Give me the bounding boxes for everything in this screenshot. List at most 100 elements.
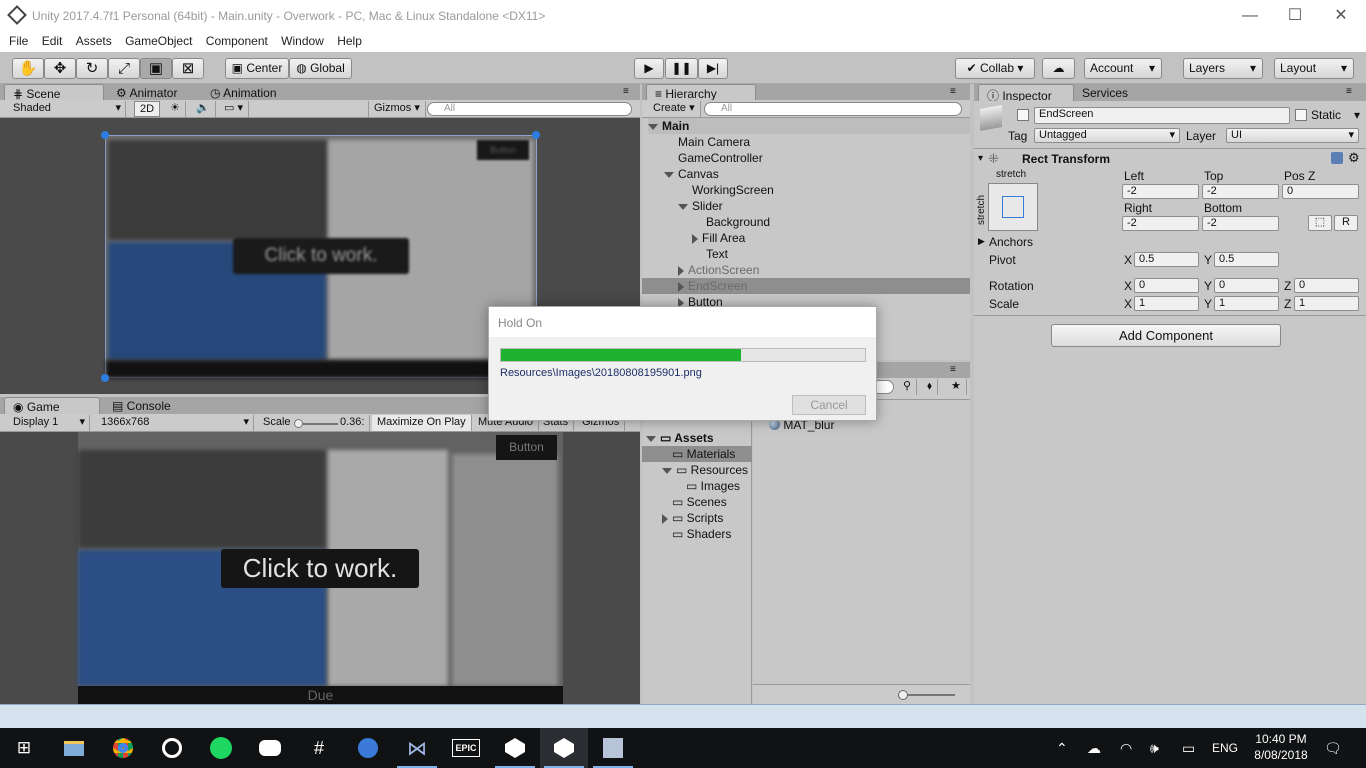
add-component-button[interactable]: Add Component [1051, 324, 1281, 347]
step-button[interactable]: ▶| [698, 58, 728, 79]
effects-dropdown-icon[interactable]: ▭ ▾ [219, 101, 249, 117]
maps-icon[interactable] [344, 728, 392, 768]
onedrive-cloud-icon[interactable]: ☁ [1087, 740, 1101, 757]
cancel-button[interactable]: Cancel [792, 395, 866, 415]
collab-button[interactable]: ✔ Collab ▾ [955, 58, 1035, 79]
folder-assets[interactable]: ▭ Assets [646, 430, 750, 446]
tray-chevron-icon[interactable]: ⌃ [1056, 740, 1068, 757]
play-button[interactable]: ▶ [634, 58, 664, 79]
hierarchy-item[interactable]: GameController [642, 150, 970, 166]
project-folder[interactable]: ▭ Shaders [642, 526, 752, 542]
scene-root-main[interactable]: Main [648, 118, 970, 134]
expand-arrow-icon[interactable] [678, 265, 684, 276]
tag-dropdown[interactable]: Untagged ▾ [1034, 128, 1180, 143]
favorite-star-icon[interactable]: ★ [946, 379, 967, 395]
blueprint-mode-button[interactable]: ⬚ [1308, 215, 1332, 231]
hierarchy-item[interactable]: Fill Area [642, 230, 970, 246]
expand-arrow-icon[interactable] [664, 171, 674, 178]
scale-x-field[interactable]: 1 [1134, 296, 1199, 311]
scale-tool-icon[interactable]: ⤢ [108, 58, 140, 79]
hierarchy-item[interactable]: Slider [642, 198, 970, 214]
project-folder[interactable]: ▭ Materials [642, 446, 752, 462]
pivot-x-field[interactable]: 0.5 [1134, 252, 1199, 267]
display-dropdown[interactable]: Display 1 ▾ [8, 415, 90, 431]
audio-toggle-icon[interactable]: 🔈 [191, 101, 216, 117]
unity-editor-icon[interactable] [540, 728, 588, 768]
rotation-z-field[interactable]: 0 [1294, 278, 1359, 293]
help-book-icon[interactable] [1331, 152, 1343, 164]
anchor-handle[interactable] [101, 131, 109, 139]
project-folder[interactable]: ▭ Scripts [642, 510, 752, 526]
2d-toggle[interactable]: 2D [134, 101, 161, 117]
active-checkbox[interactable] [1017, 109, 1029, 121]
expand-arrow-icon[interactable] [662, 467, 672, 474]
create-dropdown[interactable]: Create ▾ [648, 101, 701, 117]
clock-date[interactable]: 8/08/2018 [1253, 748, 1309, 762]
notification-center-icon[interactable]: 🗨 [1324, 740, 1342, 757]
menu-file[interactable]: File [9, 32, 28, 48]
wifi-icon[interactable]: ◠ [1120, 740, 1132, 757]
chrome-icon[interactable] [99, 728, 147, 768]
filter-label-icon[interactable]: ⬧ [922, 379, 938, 395]
rotation-x-field[interactable]: 0 [1134, 278, 1199, 293]
scene-gizmos-dropdown[interactable]: Gizmos ▾ [368, 101, 426, 117]
collapse-arrow-icon[interactable]: ▾ [978, 153, 983, 164]
tab-game[interactable]: ◉ Game [4, 397, 100, 415]
close-button[interactable]: ✕ [1331, 6, 1351, 26]
anchor-handle[interactable] [101, 374, 109, 382]
menu-window[interactable]: Window [281, 32, 324, 48]
scale-slider[interactable]: Scale 0.36: [258, 415, 370, 431]
transform-tool-icon[interactable]: ⊠ [172, 58, 204, 79]
discord-icon[interactable] [246, 728, 294, 768]
right-field[interactable]: -2 [1122, 216, 1199, 231]
scale-z-field[interactable]: 1 [1294, 296, 1359, 311]
tab-services[interactable]: Services [1074, 84, 1136, 102]
pause-button[interactable]: ❚❚ [665, 58, 698, 79]
volume-icon[interactable]: 🕪 [1150, 740, 1159, 757]
expand-arrow-icon[interactable] [662, 513, 668, 524]
maximize-on-play-toggle[interactable]: Maximize On Play [372, 415, 472, 431]
expand-arrow-icon[interactable] [648, 123, 658, 130]
layer-dropdown[interactable]: UI ▾ [1226, 128, 1359, 143]
explorer-icon[interactable] [50, 728, 98, 768]
hand-tool-icon[interactable]: ✋ [12, 58, 44, 79]
hierarchy-item[interactable]: Canvas [642, 166, 970, 182]
minimize-button[interactable]: — [1240, 6, 1260, 26]
anchor-handle[interactable] [532, 131, 540, 139]
groove-icon[interactable] [148, 728, 196, 768]
hierarchy-item[interactable]: ActionScreen [642, 262, 970, 278]
zoom-slider-thumb[interactable] [898, 690, 908, 700]
scale-slider-thumb[interactable] [294, 419, 303, 428]
expand-arrow-icon[interactable]: ▶ [978, 236, 985, 247]
static-checkbox[interactable] [1295, 109, 1307, 121]
pivot-y-field[interactable]: 0.5 [1214, 252, 1279, 267]
tab-console[interactable]: ▤ Console [104, 397, 179, 415]
rect-tool-icon[interactable]: ▣ [140, 58, 172, 79]
posz-field[interactable]: 0 [1282, 184, 1359, 199]
epic-games-icon[interactable]: EPIC [442, 728, 490, 768]
component-gear-icon[interactable]: ⚙ [1348, 150, 1360, 166]
maximize-button[interactable]: ☐ [1285, 6, 1305, 26]
global-toggle[interactable]: ◍ Global [289, 58, 352, 79]
hierarchy-search-input[interactable]: All [704, 102, 962, 116]
menu-edit[interactable]: Edit [42, 32, 63, 48]
scene-search-input[interactable]: All [427, 102, 632, 116]
menu-help[interactable]: Help [337, 32, 362, 48]
expand-arrow-icon[interactable] [678, 281, 684, 292]
rotation-y-field[interactable]: 0 [1214, 278, 1279, 293]
unity-hub-icon[interactable] [491, 728, 539, 768]
clock-time[interactable]: 10:40 PM [1253, 732, 1309, 746]
menu-assets[interactable]: Assets [76, 32, 112, 48]
project-folder[interactable]: ▭ Scenes [642, 494, 752, 510]
raw-edit-button[interactable]: R [1334, 215, 1358, 231]
panel-menu-icon[interactable]: ≡ [1338, 84, 1360, 102]
visualstudio-icon[interactable]: ⋈ [393, 728, 441, 768]
blender-icon[interactable] [589, 728, 637, 768]
scale-y-field[interactable]: 1 [1214, 296, 1279, 311]
project-folder[interactable]: ▭ Resources [642, 462, 752, 478]
layers-dropdown[interactable]: Layers ▾ [1183, 58, 1263, 79]
expand-arrow-icon[interactable] [678, 203, 688, 210]
slack-icon[interactable]: # [295, 728, 343, 768]
windows-start-icon[interactable]: ⊞ [0, 728, 48, 768]
hierarchy-item[interactable]: Text [642, 246, 970, 262]
